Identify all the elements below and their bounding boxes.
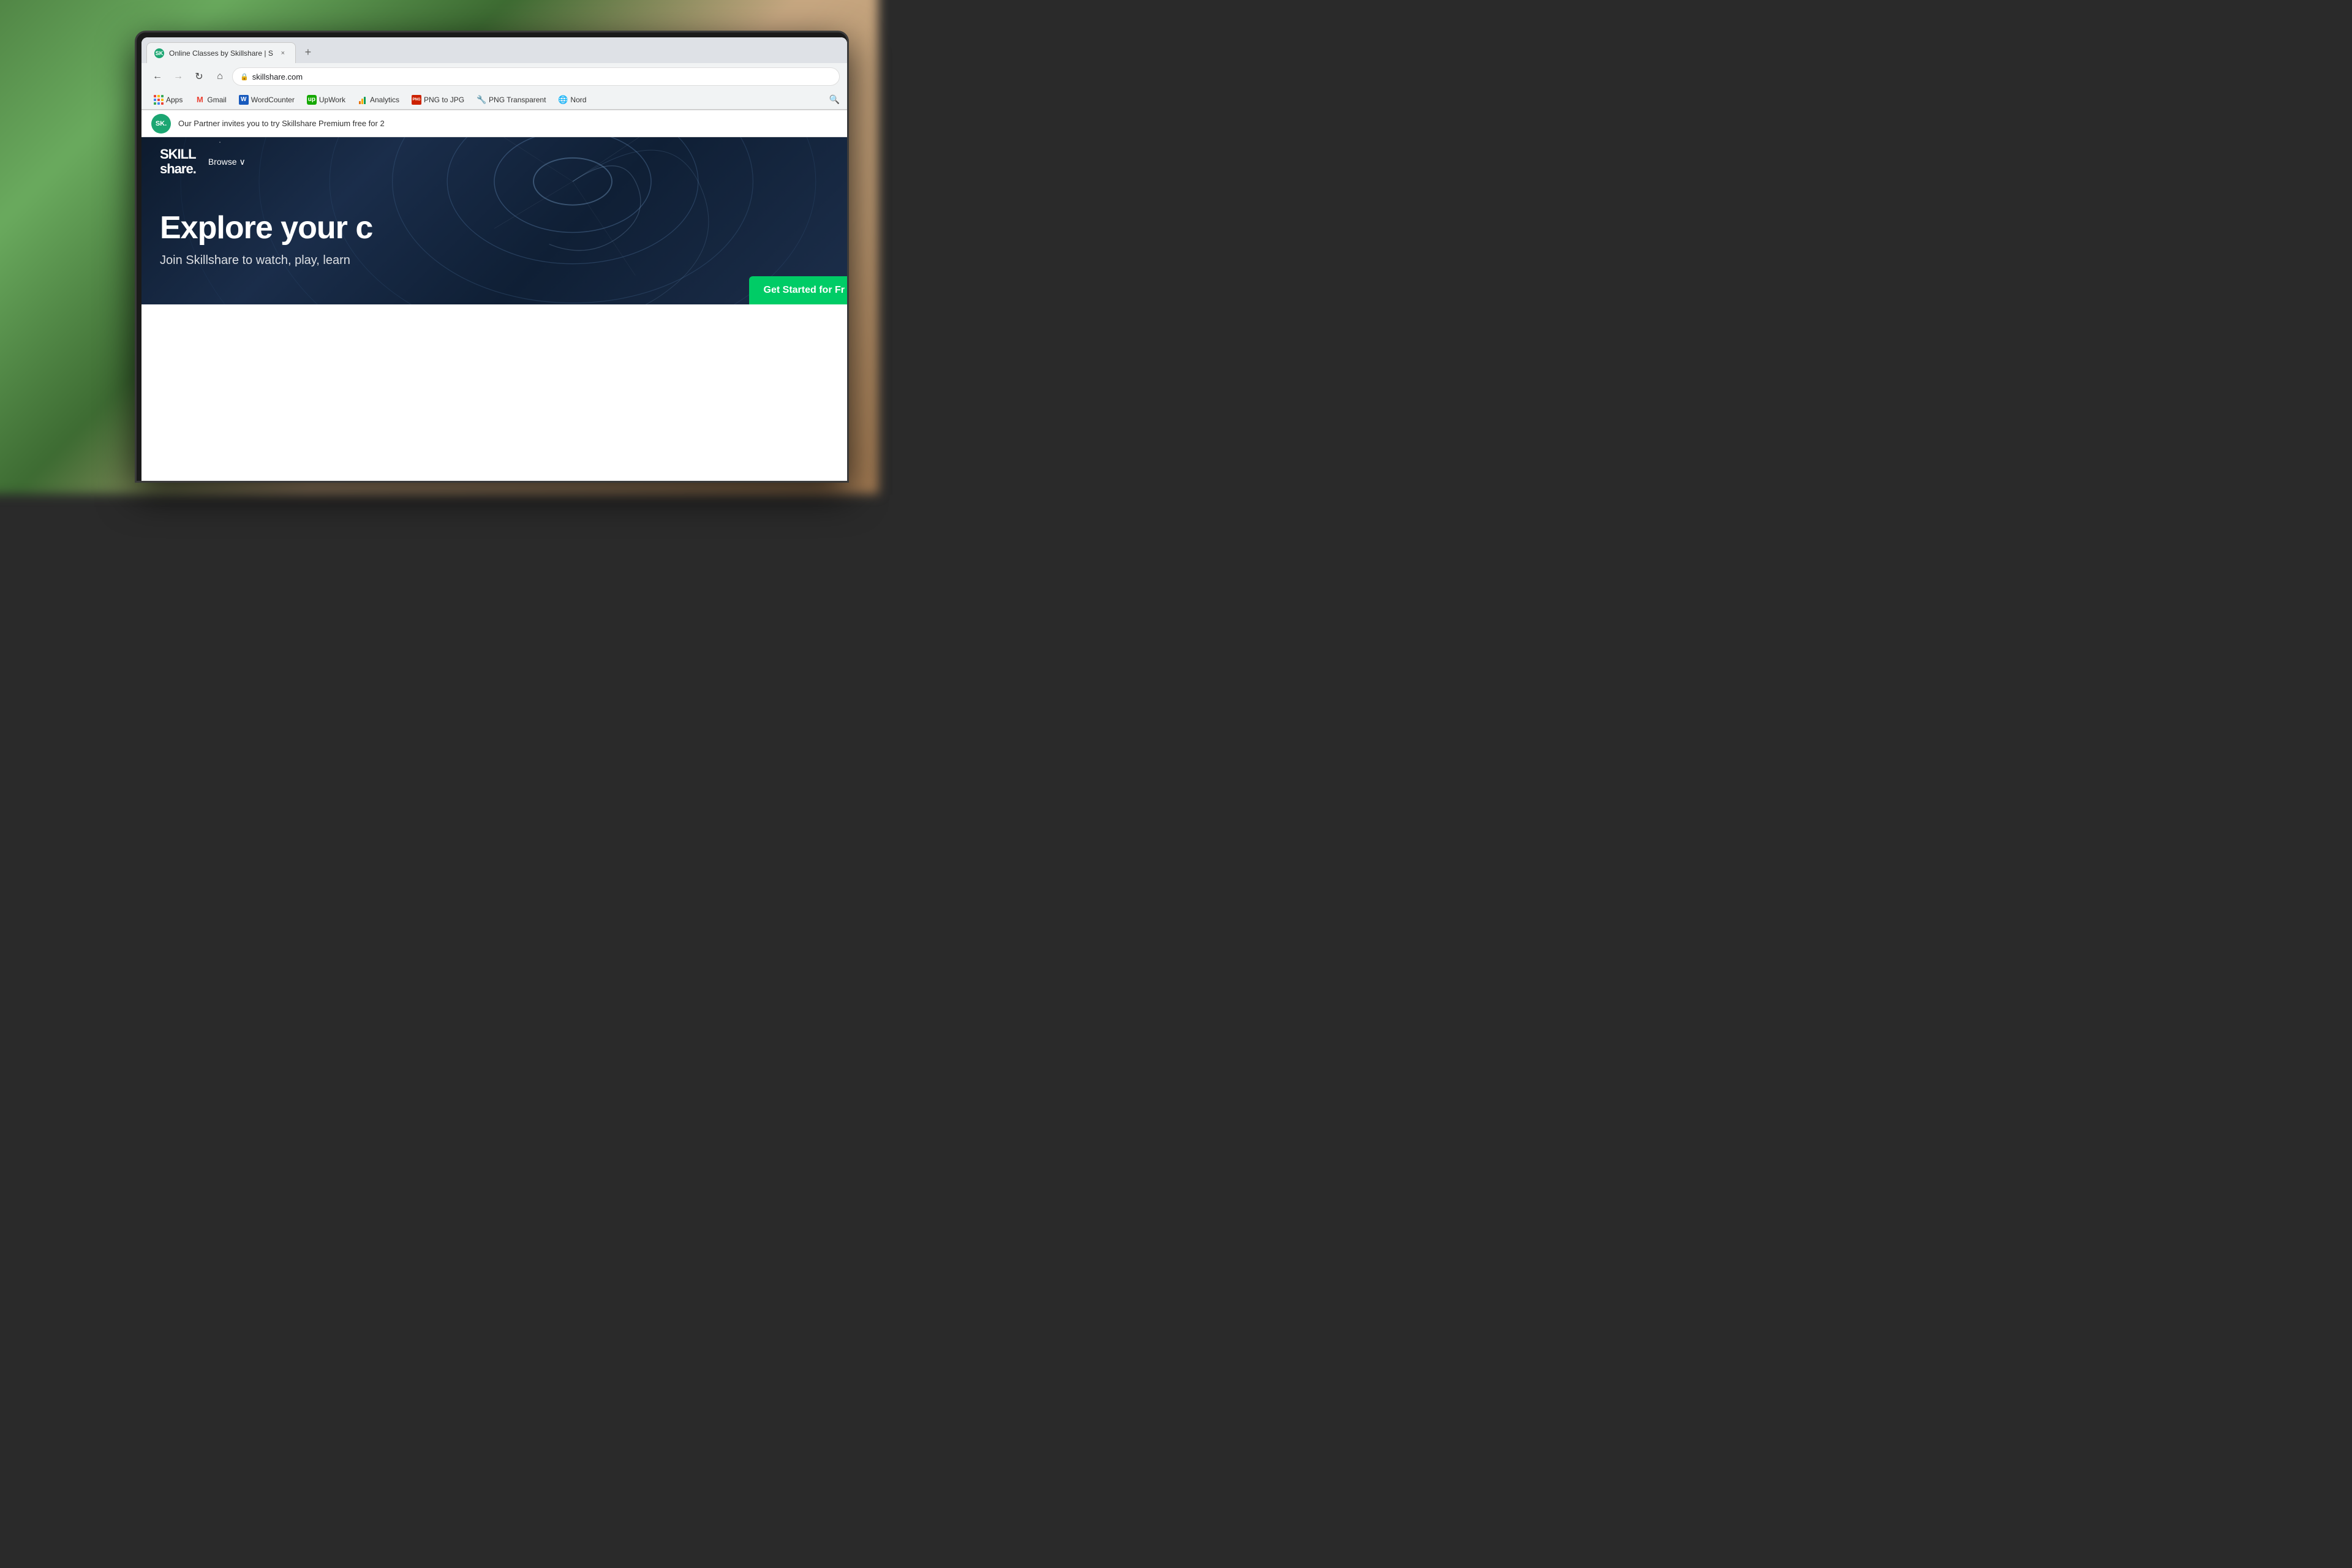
search-icon[interactable]: 🔍 [829,94,840,105]
skillshare-navbar: SKILL share. Browse ∨ [141,137,847,186]
tab-favicon: SK [154,48,164,58]
browse-button[interactable]: Browse ∨ [208,157,246,167]
bookmark-upwork[interactable]: up UpWork [302,93,350,107]
gmail-icon: M [195,95,205,105]
wordcounter-icon: W [239,95,249,105]
bookmarks-bar: Apps M Gmail W WordCounter [141,90,847,110]
browser-tab-active[interactable]: SK Online Classes by Skillshare | S × [146,42,296,63]
upwork-icon: up [307,95,317,105]
png-transparent-icon: 🔧 [477,95,486,105]
bookmark-gmail[interactable]: M Gmail [190,93,231,107]
home-button[interactable]: ⌂ [211,68,228,85]
bookmark-apps-label: Apps [166,96,183,104]
png-jpg-icon: PNG [412,95,421,105]
bookmark-png-jpg-label: PNG to JPG [424,96,464,104]
bookmark-apps[interactable]: Apps [149,93,187,107]
tab-bar: SK Online Classes by Skillshare | S × + [141,37,847,63]
bookmark-nord-label: Nord [570,96,586,104]
bookmark-analytics[interactable]: Analytics [353,93,404,107]
skillshare-logo: SKILL share. [160,147,196,176]
hero-title: Explore your c [160,211,829,246]
bookmark-png-jpg[interactable]: PNG PNG to JPG [407,93,469,107]
navigation-bar: ← → ↻ ⌂ 🔒 skillshare.com [141,63,847,90]
notification-text: Our Partner invites you to try Skillshar… [178,119,385,128]
back-button[interactable]: ← [149,68,166,85]
apps-icon [154,95,164,105]
laptop-frame: SK Online Classes by Skillshare | S × + … [135,31,849,483]
bookmark-png-transparent-label: PNG Transparent [489,96,546,104]
hero-content-area: Explore your c Join Skillshare to watch,… [141,186,847,304]
bookmark-gmail-label: Gmail [207,96,226,104]
skillshare-hero: SKILL share. Browse ∨ Explore your c Joi… [141,137,847,304]
bookmark-nord[interactable]: 🌐 Nord [553,93,591,107]
hero-subtitle: Join Skillshare to watch, play, learn [160,254,829,268]
website-content-area: SKILL share. Browse ∨ Explore your c Joi… [141,137,847,304]
bookmark-upwork-label: UpWork [319,96,345,104]
browser-chrome: SK Online Classes by Skillshare | S × + … [141,37,847,110]
url-display: skillshare.com [252,72,303,81]
tab-close-button[interactable]: × [278,48,288,58]
analytics-icon [358,95,368,105]
refresh-button[interactable]: ↻ [190,68,208,85]
forward-button[interactable]: → [170,68,187,85]
address-bar[interactable]: 🔒 skillshare.com [232,67,840,86]
new-tab-button[interactable]: + [300,43,317,61]
nord-icon: 🌐 [558,95,568,105]
bookmark-analytics-label: Analytics [370,96,399,104]
tab-title: Online Classes by Skillshare | S [169,49,273,58]
browse-chevron-icon: ∨ [239,157,246,167]
laptop-screen: SK Online Classes by Skillshare | S × + … [141,37,847,481]
lock-icon: 🔒 [240,73,249,81]
bookmark-wordcounter-label: WordCounter [251,96,295,104]
bookmark-png-transparent[interactable]: 🔧 PNG Transparent [472,93,551,107]
skillshare-badge: SK. [151,114,171,134]
cta-button[interactable]: Get Started for Fr [749,276,847,304]
bookmark-wordcounter[interactable]: W WordCounter [234,93,300,107]
notification-banner: SK. Our Partner invites you to try Skill… [141,110,847,137]
